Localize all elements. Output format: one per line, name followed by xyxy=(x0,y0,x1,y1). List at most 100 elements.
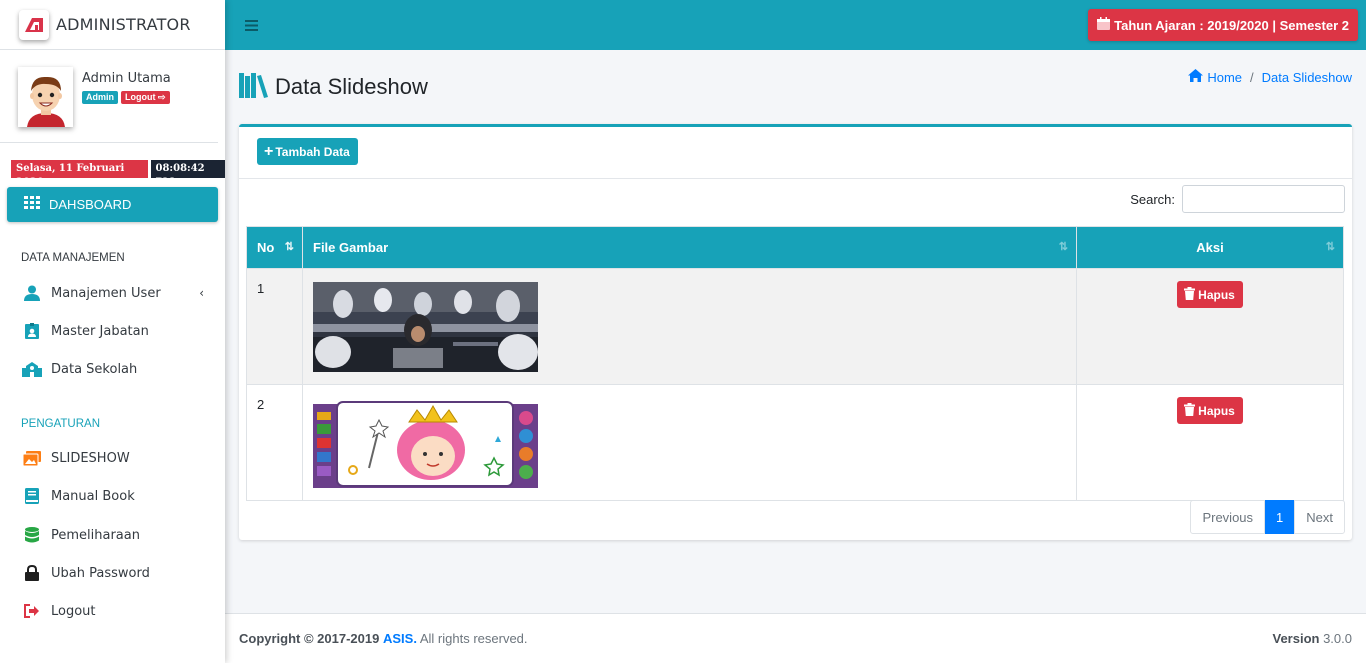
row-number: 1 xyxy=(246,268,303,385)
search-label: Search: xyxy=(1130,191,1175,207)
academic-year-button[interactable]: Tahun Ajaran : 2019/2020 | Semester 2 xyxy=(1088,9,1358,41)
top-navbar: Tahun Ajaran : 2019/2020 | Semester 2 xyxy=(225,0,1366,50)
row-number: 2 xyxy=(246,384,303,501)
version-label: Version xyxy=(1272,631,1320,646)
trash-icon xyxy=(1184,286,1196,303)
academic-year-label: Tahun Ajaran : 2019/2020 | Semester 2 xyxy=(1114,17,1349,33)
logout-badge-label: Logout xyxy=(125,92,156,102)
column-header-action-label: Aksi xyxy=(1196,240,1224,255)
sidebar-item-label: SLIDESHOW xyxy=(51,450,130,466)
current-time: 08:08:42 PM xyxy=(150,160,225,188)
page-title: Data Slideshow xyxy=(239,72,428,102)
table-row: 1 Hapus xyxy=(246,268,1344,385)
sidebar-item-label: Manual Book xyxy=(51,488,135,504)
datetime: Selasa, 11 Februari 2020 08:08:42 PM xyxy=(11,160,225,188)
home-icon xyxy=(1188,69,1207,85)
column-header-no-label: No xyxy=(257,240,275,255)
slideshow-card: + Tambah Data Search: No ⇅ File Gambar ⇅… xyxy=(239,124,1352,540)
breadcrumb-home[interactable]: Home xyxy=(1188,69,1242,85)
page-title-text: Data Slideshow xyxy=(275,74,428,99)
calendar-icon xyxy=(1097,17,1111,33)
breadcrumb-current[interactable]: Data Slideshow xyxy=(1262,70,1352,85)
card-header: + Tambah Data xyxy=(239,127,1352,179)
sort-icon: ⇅ xyxy=(1325,241,1335,253)
sort-asc-icon: ⇅ xyxy=(284,241,294,253)
dashboard-label: DAHSBOARD xyxy=(49,197,132,212)
sidebar-item-manajemen-user[interactable]: Manajemen User ‹ xyxy=(22,281,212,305)
chevron-left-icon: ‹ xyxy=(199,286,204,300)
brand-logo-icon xyxy=(19,9,49,40)
dashboard-button[interactable]: DAHSBOARD xyxy=(7,187,218,222)
breadcrumb-separator: / xyxy=(1250,69,1254,85)
images-icon xyxy=(22,448,42,468)
id-card-icon xyxy=(22,321,42,341)
search-input[interactable] xyxy=(1182,185,1345,213)
breadcrumb-home-label: Home xyxy=(1207,69,1243,85)
pagination: Previous 1 Next xyxy=(1190,500,1345,534)
grid-icon xyxy=(24,196,40,213)
current-date: Selasa, 11 Februari 2020 xyxy=(11,160,148,188)
role-badge: Admin xyxy=(82,91,118,104)
delete-label: Hapus xyxy=(1198,403,1235,418)
sort-icon: ⇅ xyxy=(1058,241,1068,253)
brand[interactable]: ADMINISTRATOR xyxy=(0,0,225,50)
nav-header-settings: PENGATURAN xyxy=(21,418,101,430)
copyright-prefix: Copyright © 2017-2019 xyxy=(239,631,380,646)
sidebar-item-ubah-password[interactable]: Ubah Password xyxy=(22,561,212,585)
avatar xyxy=(18,67,73,127)
menu-toggle-icon[interactable] xyxy=(245,16,258,35)
add-data-label: Tambah Data xyxy=(275,144,350,159)
row-image-cell xyxy=(302,268,1077,385)
copyright-rights: All rights reserved. xyxy=(419,631,528,646)
row-image-cell xyxy=(302,384,1077,501)
lock-icon xyxy=(22,563,42,583)
sidebar-item-data-sekolah[interactable]: Data Sekolah xyxy=(22,357,212,381)
sidebar-item-label: Master Jabatan xyxy=(51,323,149,339)
books-icon xyxy=(239,72,269,102)
row-action-cell: Hapus xyxy=(1076,268,1344,385)
breadcrumb: Home / Data Slideshow xyxy=(1188,69,1352,85)
delete-button[interactable]: Hapus xyxy=(1177,281,1243,308)
footer-brand-link[interactable]: ASIS. xyxy=(383,631,417,646)
sidebar-item-label: Ubah Password xyxy=(51,565,150,581)
footer: Copyright © 2017-2019 ASIS. All rights r… xyxy=(225,613,1366,663)
pagination-next[interactable]: Next xyxy=(1294,500,1345,534)
column-header-file-label: File Gambar xyxy=(313,240,389,255)
brand-title: ADMINISTRATOR xyxy=(56,15,191,34)
sign-out-icon xyxy=(22,601,42,621)
slideshow-thumbnail-classroom[interactable] xyxy=(313,282,538,372)
column-header-action[interactable]: Aksi ⇅ xyxy=(1076,226,1344,269)
nav-header-data: DATA MANAJEMEN xyxy=(21,252,125,264)
sidebar-item-pemeliharaan[interactable]: Pemeliharaan xyxy=(22,523,212,547)
pagination-previous[interactable]: Previous xyxy=(1190,500,1266,534)
sidebar-item-label: Logout xyxy=(51,603,96,619)
sidebar-item-slideshow[interactable]: SLIDESHOW xyxy=(22,446,212,470)
row-action-cell: Hapus xyxy=(1076,384,1344,501)
plus-icon: + xyxy=(264,142,274,160)
version-info: Version 3.0.0 xyxy=(1272,631,1352,646)
column-header-no[interactable]: No ⇅ xyxy=(246,226,303,269)
search-wrapper: Search: xyxy=(1130,185,1345,213)
trash-icon xyxy=(1184,402,1196,419)
version-value: 3.0.0 xyxy=(1323,631,1352,646)
slideshow-table: No ⇅ File Gambar ⇅ Aksi ⇅ 1 Hapus 2 Hapu… xyxy=(246,226,1344,501)
column-header-file[interactable]: File Gambar ⇅ xyxy=(302,226,1077,269)
add-data-button[interactable]: + Tambah Data xyxy=(257,138,358,165)
sidebar: ADMINISTRATOR Admin Utama Admin Logout ⇨ xyxy=(0,0,225,663)
school-icon xyxy=(22,359,42,379)
delete-label: Hapus xyxy=(1198,287,1235,302)
sidebar-item-manual-book[interactable]: Manual Book xyxy=(22,484,212,508)
user-panel: Admin Utama Admin Logout ⇨ xyxy=(0,50,218,143)
sidebar-item-label: Pemeliharaan xyxy=(51,527,140,543)
user-icon xyxy=(22,283,42,303)
logout-badge[interactable]: Logout ⇨ xyxy=(121,91,170,104)
slideshow-thumbnail-coloring[interactable] xyxy=(313,398,538,488)
pagination-page-1[interactable]: 1 xyxy=(1265,500,1295,534)
sidebar-item-master-jabatan[interactable]: Master Jabatan xyxy=(22,319,212,343)
user-name: Admin Utama xyxy=(82,71,171,86)
delete-button[interactable]: Hapus xyxy=(1177,397,1243,424)
database-icon xyxy=(22,525,42,545)
copyright: Copyright © 2017-2019 ASIS. All rights r… xyxy=(239,631,528,646)
sidebar-item-logout[interactable]: Logout xyxy=(22,599,212,623)
table-row: 2 Hapus xyxy=(246,384,1344,501)
